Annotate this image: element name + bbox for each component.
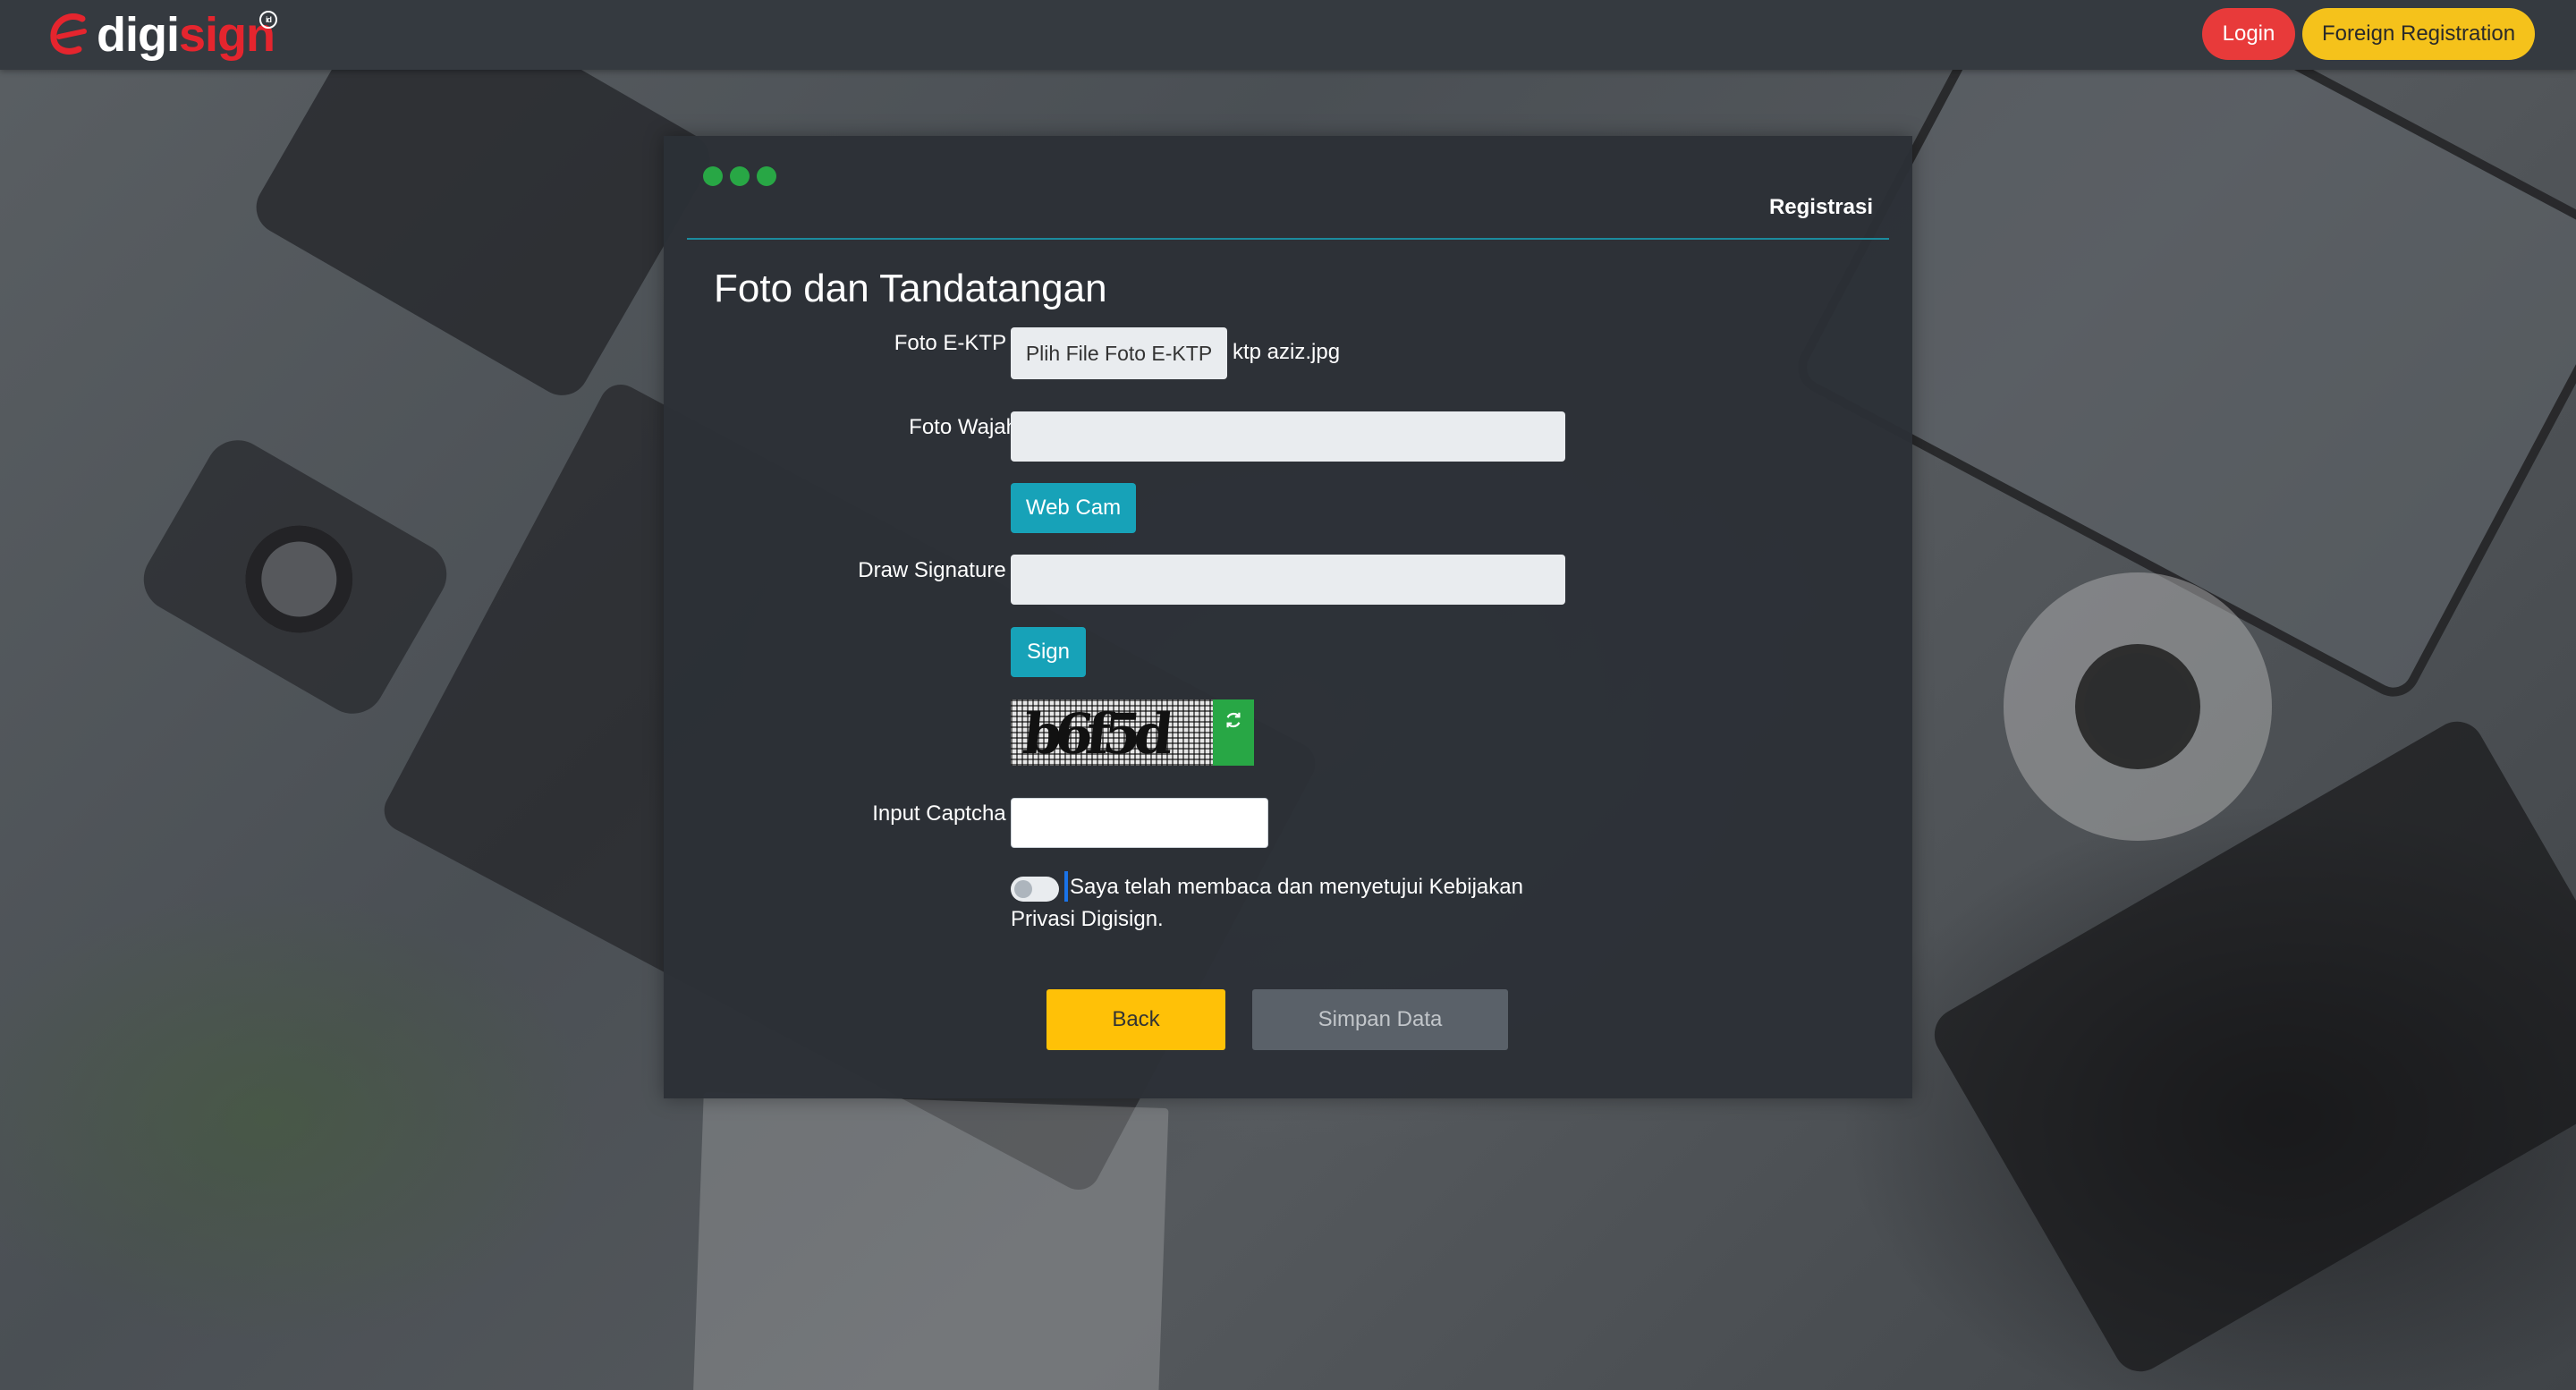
signature-preview <box>1011 555 1565 605</box>
text-caret <box>1064 871 1068 902</box>
background-camera <box>131 428 459 725</box>
back-button[interactable]: Back <box>1046 989 1225 1050</box>
ektp-file-name: ktp aziz.jpg <box>1233 340 1341 364</box>
sign-button[interactable]: Sign <box>1011 627 1086 677</box>
save-data-button[interactable]: Simpan Data <box>1252 989 1508 1050</box>
input-captcha-label: Input Captcha : <box>872 801 1018 826</box>
background-mug <box>2004 572 2272 841</box>
registration-card: Registrasi Foto dan Tandatangan Foto E-K… <box>664 136 1912 1098</box>
digisign-logo-icon <box>47 10 91 60</box>
webcam-button[interactable]: Web Cam <box>1011 483 1136 533</box>
logo-text-digi: digi <box>97 8 180 62</box>
background-keyboard <box>1924 711 2576 1382</box>
foto-wajah-preview <box>1011 411 1565 462</box>
card-header-title: Registrasi <box>1768 195 1873 219</box>
captcha-refresh-button[interactable] <box>1213 699 1254 766</box>
digisign-logo[interactable]: digi sign id <box>47 4 277 66</box>
foto-ektp-label: Foto E-KTP : <box>894 331 1018 355</box>
green-dot-icon <box>730 166 750 186</box>
draw-signature-label: Draw Signature : <box>858 558 1018 582</box>
green-dot-icon <box>757 166 776 186</box>
privacy-consent-text: Saya telah membaca dan menyetujui Kebija… <box>1011 875 1523 931</box>
top-navbar: digi sign id Login Foreign Registration <box>0 0 2576 70</box>
foreign-registration-button[interactable]: Foreign Registration <box>2302 8 2535 60</box>
refresh-icon <box>1226 712 1241 728</box>
foto-wajah-label: Foto Wajah <box>909 415 1018 439</box>
green-dot-icon <box>703 166 723 186</box>
captcha-text: b6f5d <box>1020 701 1170 766</box>
background-paper <box>691 1092 1169 1390</box>
card-divider <box>687 238 1889 240</box>
captcha-image: b6f5d <box>1011 699 1213 766</box>
login-button[interactable]: Login <box>2202 8 2295 60</box>
logo-id-badge: id <box>259 11 277 29</box>
captcha-input[interactable] <box>1011 798 1268 848</box>
choose-ektp-file-button[interactable]: Plih File Foto E-KTP <box>1011 327 1227 379</box>
window-dots <box>703 166 776 186</box>
section-title: Foto dan Tandatangan <box>714 267 1107 310</box>
